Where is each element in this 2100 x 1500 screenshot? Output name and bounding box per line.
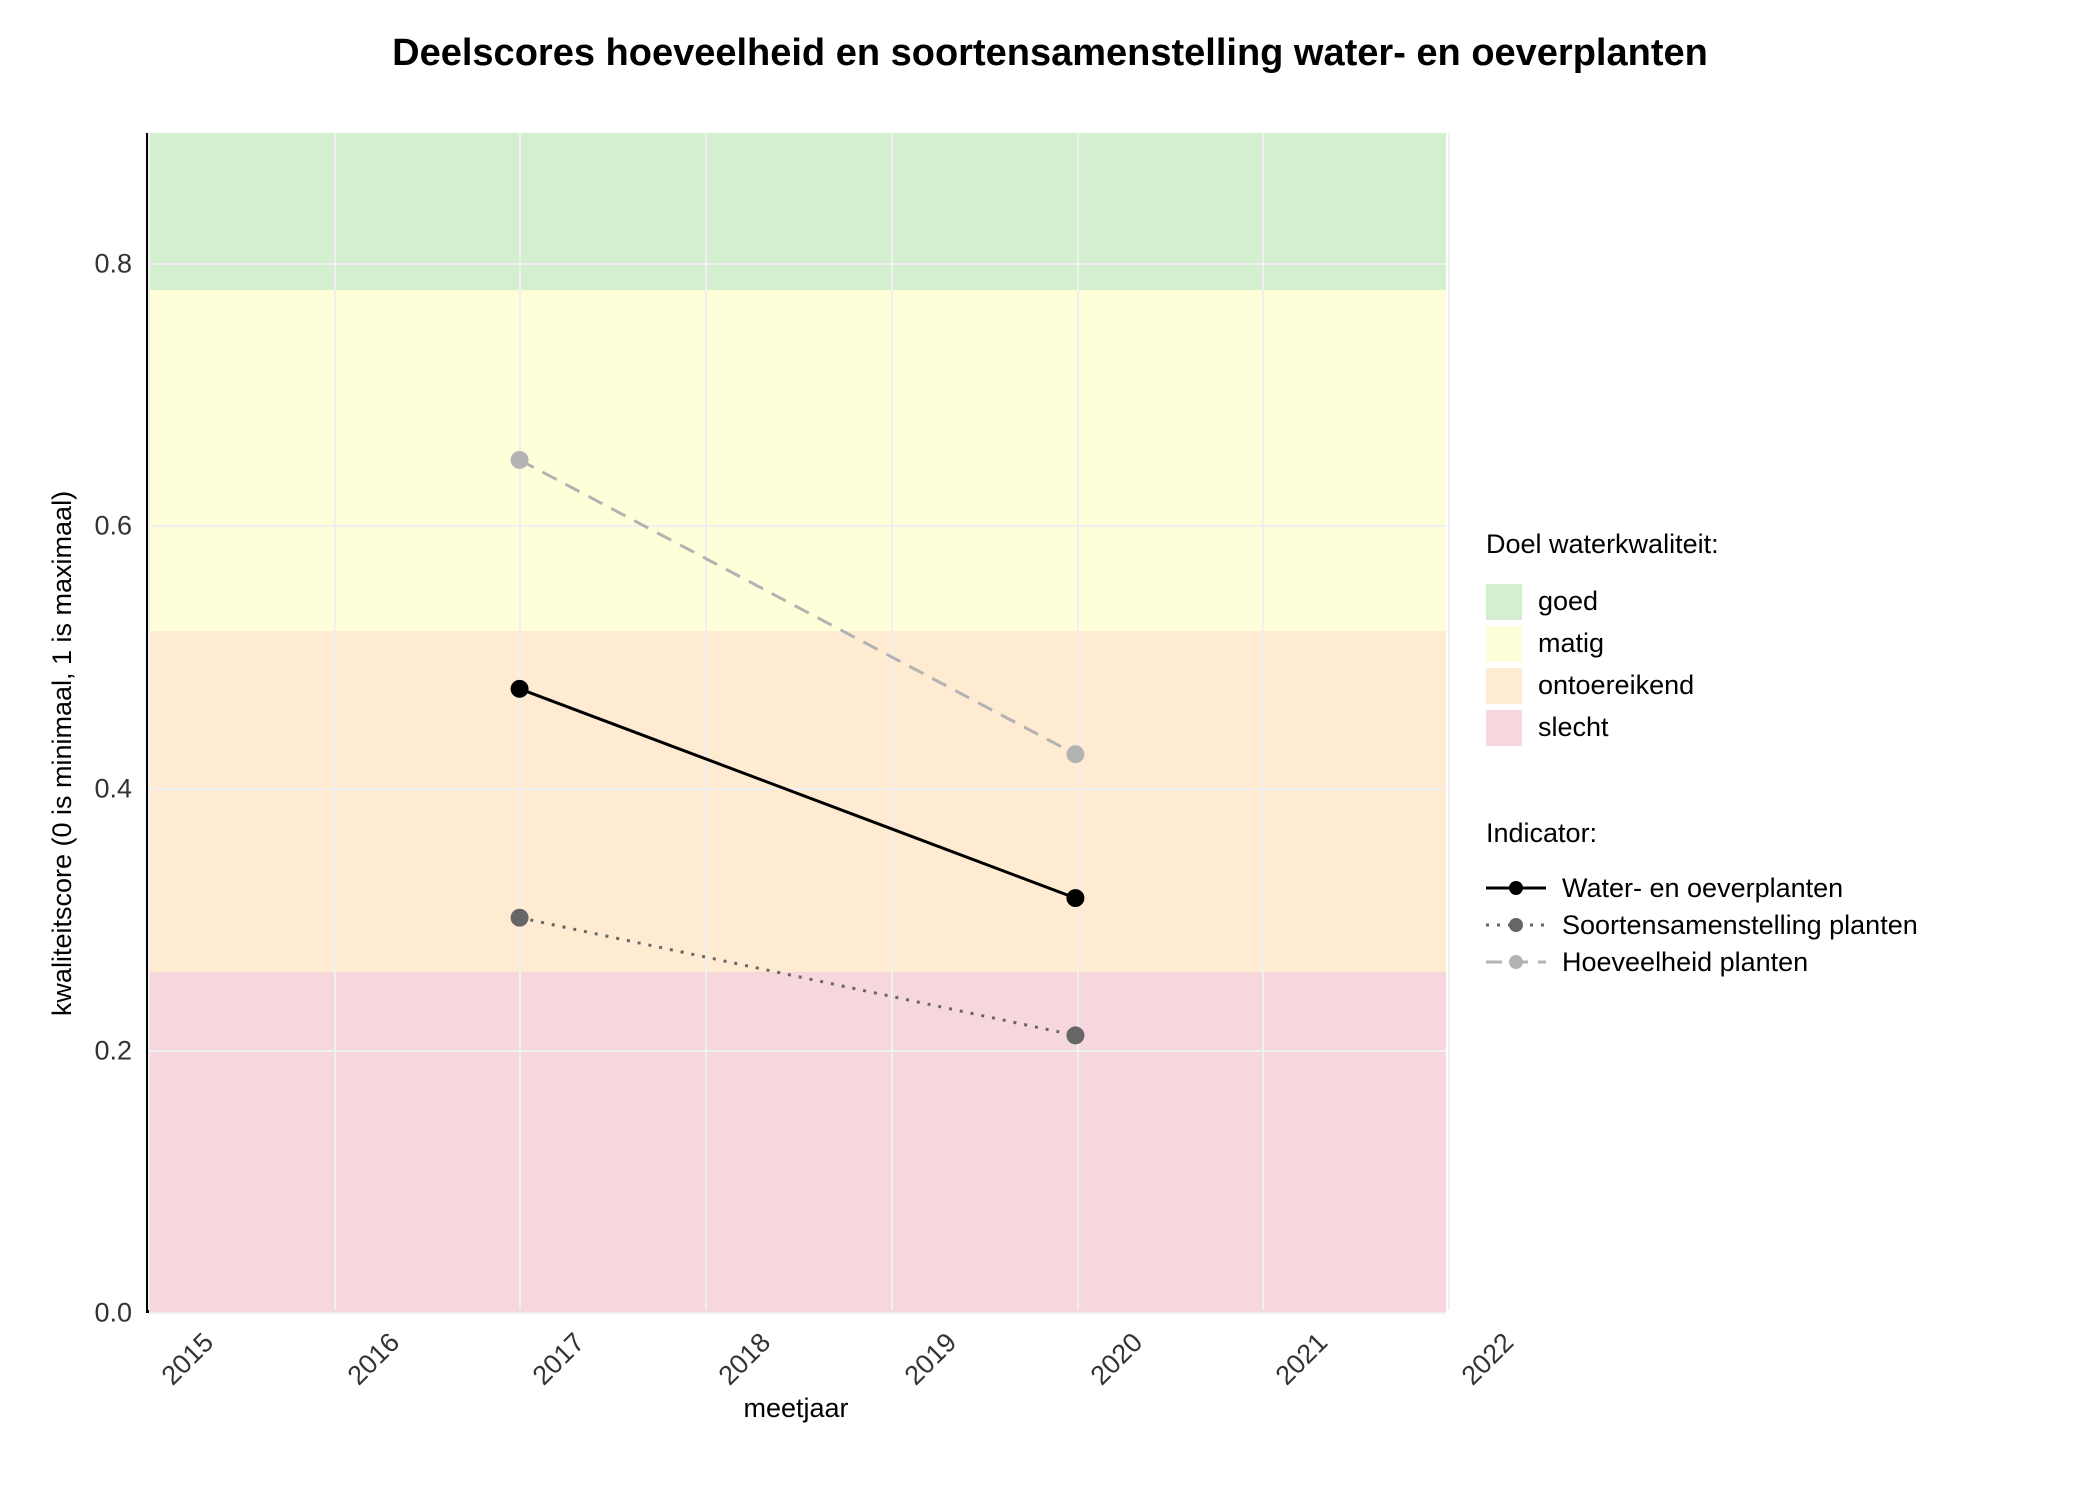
x-tick-label: 2022 <box>1456 1327 1520 1391</box>
legend-band-item: matig <box>1486 626 2006 662</box>
legend-swatch <box>1486 710 1522 746</box>
x-axis-label: meetjaar <box>146 1393 1446 1424</box>
x-tick-label: 2015 <box>156 1327 220 1391</box>
legend-swatch <box>1486 626 1522 662</box>
y-axis-label: kwaliteitscore (0 is minimaal, 1 is maxi… <box>48 490 79 1015</box>
lines-layer <box>149 133 1446 1310</box>
legend-series: Water- en oeverplanten Soortensamenstelli… <box>1486 867 2006 984</box>
legend: Doel waterkwaliteit: goed matig ontoereike… <box>1446 523 2006 984</box>
legend-label: matig <box>1538 628 1604 659</box>
legend-label: Hoeveelheid planten <box>1562 947 1808 978</box>
x-tick-label: 2020 <box>1084 1327 1148 1391</box>
legend-series-item: Water- en oeverplanten <box>1486 873 2006 904</box>
legend-line-swatch <box>1486 950 1546 974</box>
legend-line-swatch <box>1486 876 1546 900</box>
legend-series-item: Hoeveelheid planten <box>1486 947 2006 978</box>
legend-label: Water- en oeverplanten <box>1562 873 1843 904</box>
plot-area-wrap: 20152016201720182019202020212022 meetjaa… <box>146 93 1446 1413</box>
series-line <box>520 460 1076 754</box>
legend-label: slecht <box>1538 712 1609 743</box>
y-axis-ticks: 0.0 0.2 0.4 0.6 0.8 <box>86 93 146 1413</box>
series-line <box>520 918 1076 1036</box>
y-tick-label: 0.2 <box>94 1035 132 1066</box>
grid-line-v <box>1448 133 1450 1310</box>
y-tick-label: 0.6 <box>94 511 132 542</box>
x-axis-ticks: 20152016201720182019202020212022 <box>146 1321 1446 1401</box>
x-tick-label: 2017 <box>527 1327 591 1391</box>
series-point <box>511 909 529 927</box>
legend-label: ontoereikend <box>1538 670 1694 701</box>
legend-label: goed <box>1538 586 1598 617</box>
chart-title: Deelscores hoeveelheid en soortensamenst… <box>40 32 2060 75</box>
legend-bands: goed matig ontoereikend slecht <box>1486 578 2006 752</box>
y-axis-label-wrap: kwaliteitscore (0 is minimaal, 1 is maxi… <box>40 93 86 1413</box>
legend-swatch <box>1486 584 1522 620</box>
series-point <box>511 680 529 698</box>
x-tick-label: 2018 <box>713 1327 777 1391</box>
legend-band-item: slecht <box>1486 710 2006 746</box>
plot-area <box>146 133 1446 1313</box>
grid-line-h <box>149 1312 1446 1314</box>
x-tick-label: 2019 <box>898 1327 962 1391</box>
y-tick-label: 0.0 <box>94 1298 132 1329</box>
legend-line-swatch <box>1486 913 1546 937</box>
series-point <box>1066 1026 1084 1044</box>
x-tick-label: 2021 <box>1270 1327 1334 1391</box>
legend-series-item: Soortensamenstelling planten <box>1486 910 2006 941</box>
series-line <box>520 689 1076 898</box>
chart-container: Deelscores hoeveelheid en soortensamenst… <box>0 0 2100 1500</box>
series-point <box>511 451 529 469</box>
series-point <box>1066 745 1084 763</box>
y-tick-label: 0.4 <box>94 773 132 804</box>
legend-series-title: Indicator: <box>1486 818 2006 849</box>
series-point <box>1066 889 1084 907</box>
legend-swatch <box>1486 668 1522 704</box>
plot-row: kwaliteitscore (0 is minimaal, 1 is maxi… <box>40 93 2060 1413</box>
legend-label: Soortensamenstelling planten <box>1562 910 1918 941</box>
legend-band-item: ontoereikend <box>1486 668 2006 704</box>
legend-band-item: goed <box>1486 584 2006 620</box>
y-tick-label: 0.8 <box>94 249 132 280</box>
x-tick-label: 2016 <box>341 1327 405 1391</box>
legend-bands-title: Doel waterkwaliteit: <box>1486 529 2006 560</box>
